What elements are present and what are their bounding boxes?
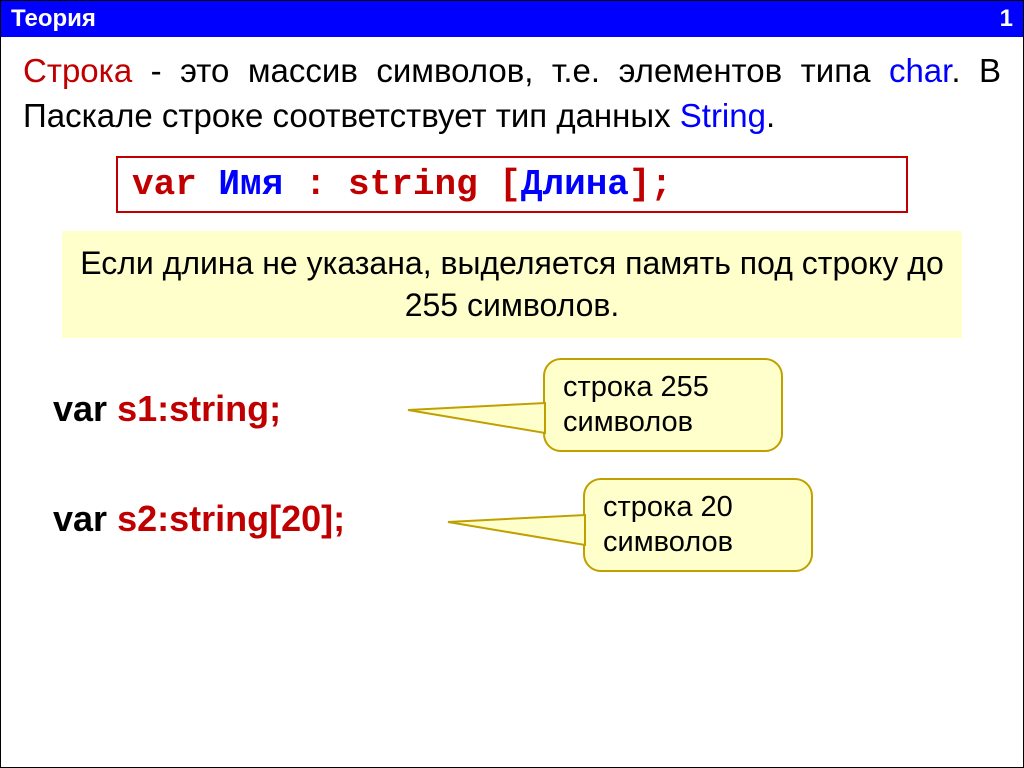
syntax-name: Имя bbox=[197, 164, 305, 205]
callout-20-tail-icon bbox=[443, 510, 593, 560]
callout-255-tail-icon bbox=[403, 398, 553, 448]
examples-area: var s1:string; var s2:string[20]; строка… bbox=[23, 368, 1001, 628]
callout-255: строка 255 символов bbox=[543, 358, 783, 452]
syntax-declaration-box: var Имя : string [Длина]; bbox=[116, 156, 908, 213]
term-stroka: Строка bbox=[23, 52, 132, 89]
syntax-type: : string bbox=[305, 164, 499, 205]
ex1-var: var bbox=[53, 388, 107, 429]
callout-20-text: строка 20 символов bbox=[603, 491, 733, 558]
callout-255-text: строка 255 символов bbox=[563, 371, 709, 438]
ex2-var: var bbox=[53, 498, 107, 539]
slide-container: Теория 1 Строка - это массив символов, т… bbox=[0, 0, 1024, 768]
syntax-var: var bbox=[132, 164, 197, 205]
para-text-1: - это массив символов, т.е. элементов ти… bbox=[132, 52, 889, 89]
example-1: var s1:string; bbox=[53, 388, 281, 430]
slide-content: Строка - это массив символов, т.е. элеме… bbox=[1, 37, 1023, 628]
ex1-decl: s1:string; bbox=[107, 388, 281, 429]
example-2: var s2:string[20]; bbox=[53, 498, 345, 540]
ex2-decl: s2:string[20]; bbox=[107, 498, 345, 539]
syntax-rbracket: ]; bbox=[629, 164, 672, 205]
header-title: Теория bbox=[11, 5, 96, 33]
syntax-lbracket: [ bbox=[499, 164, 521, 205]
memory-note: Если длина не указана, выделяется память… bbox=[62, 231, 962, 338]
term-string: String bbox=[680, 97, 766, 134]
syntax-length: Длина bbox=[521, 164, 629, 205]
para-text-3: . bbox=[766, 97, 775, 134]
definition-paragraph: Строка - это массив символов, т.е. элеме… bbox=[23, 49, 1001, 138]
term-char: char bbox=[889, 52, 951, 89]
callout-20: строка 20 символов bbox=[583, 478, 813, 572]
header-page-number: 1 bbox=[1000, 5, 1013, 33]
slide-header: Теория 1 bbox=[1, 1, 1023, 37]
